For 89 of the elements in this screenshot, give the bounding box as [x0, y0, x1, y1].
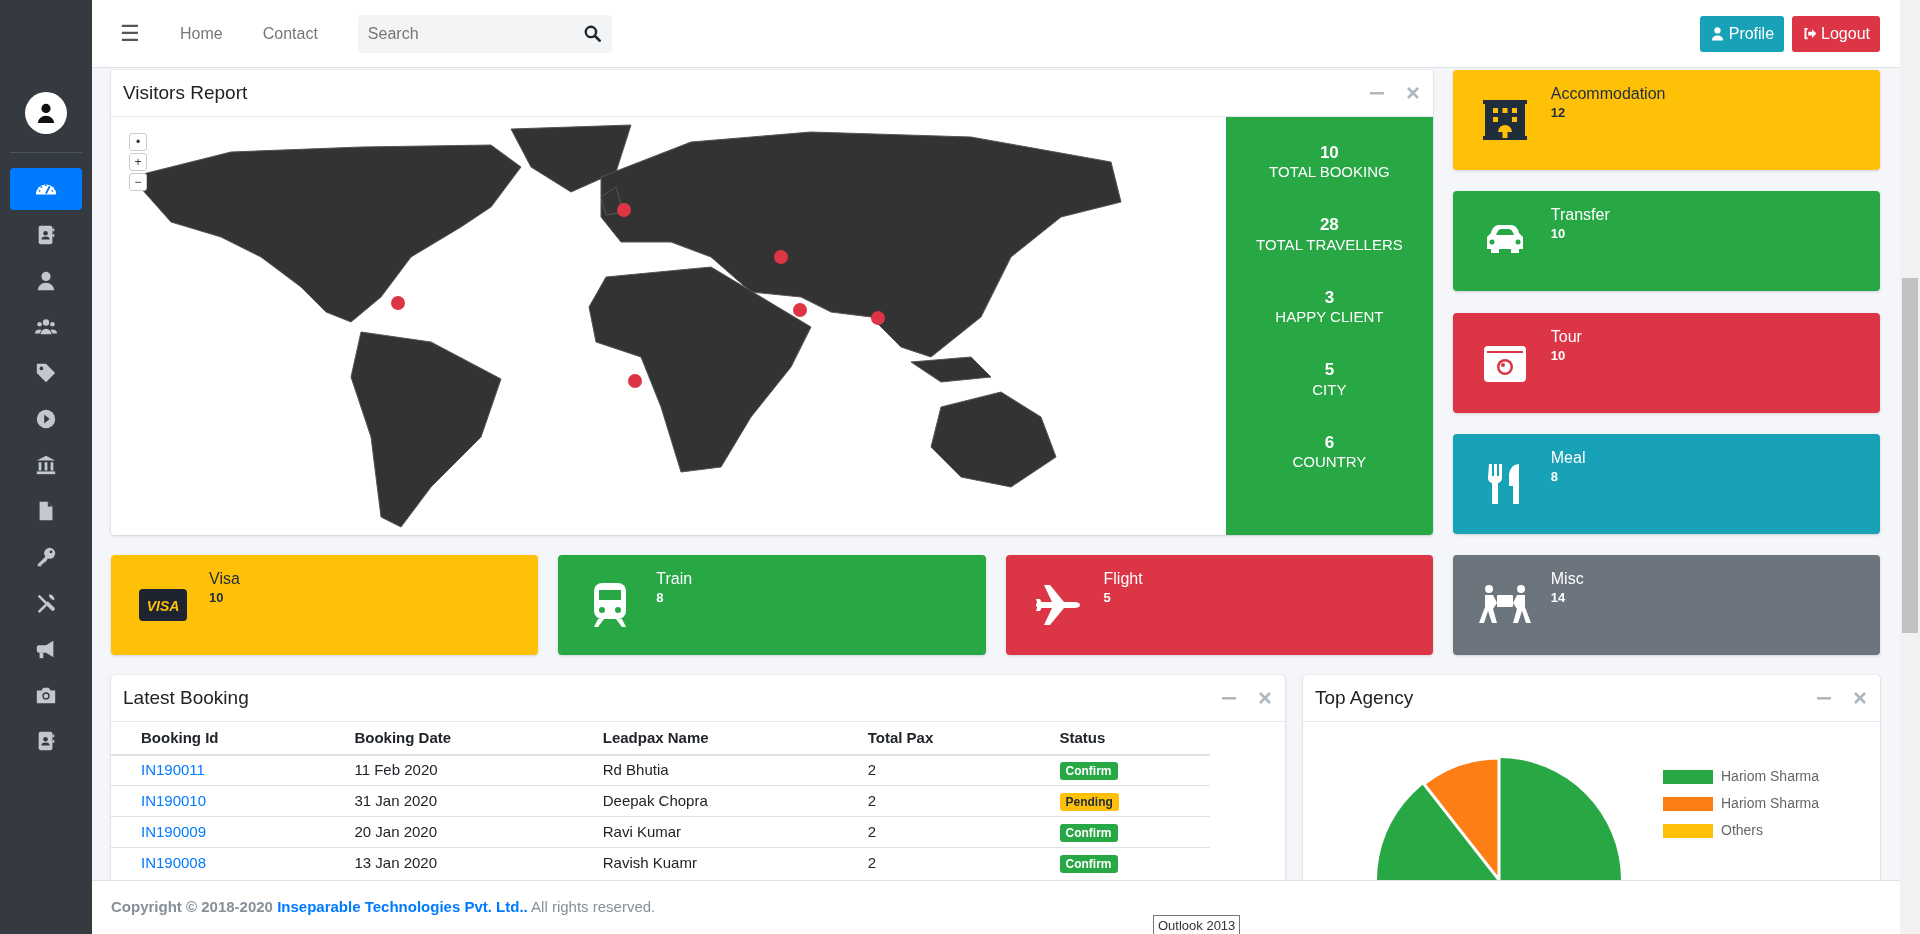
stat-value: 3	[1323, 287, 1336, 309]
column-header: Status	[1029, 722, 1210, 755]
category-tile[interactable]: Meal 8	[1452, 433, 1880, 534]
table-cell: 2	[837, 847, 1030, 879]
table-cell: 2	[837, 754, 1030, 786]
tile-count: 8	[1550, 467, 1559, 486]
stat-label: TOTAL BOOKING	[1269, 163, 1390, 182]
scrollbar[interactable]	[1900, 0, 1920, 934]
stat-value: 10	[1318, 143, 1340, 164]
user-icon	[1709, 26, 1725, 41]
company-link[interactable]: Inseparable Technologies Pvt. Ltd..	[277, 898, 528, 916]
tile-title: Tour	[1550, 326, 1582, 346]
tile-count: 14	[1550, 589, 1567, 608]
table-cell: Ravish Kuamr	[572, 847, 838, 879]
user-icon	[35, 270, 57, 292]
category-tile[interactable]: VISA Visa 10	[111, 555, 539, 655]
column-header: Leadpax Name	[572, 722, 838, 755]
tools-icon	[35, 592, 57, 614]
stat-value: 5	[1323, 360, 1336, 381]
table-cell: Deepak Chopra	[572, 785, 838, 817]
stat-label: COUNTRY	[1292, 452, 1367, 471]
tile-count: 10	[1550, 225, 1567, 244]
tooltip: Outlook 2013	[1153, 915, 1241, 934]
nav-link[interactable]: Contact	[242, 21, 338, 46]
table-cell: 2	[837, 785, 1030, 817]
legend-label: Hariom Sharma	[1721, 794, 1820, 813]
column-header: Booking Date	[324, 722, 573, 755]
search-icon	[582, 23, 602, 43]
legend-label: Hariom Sharma	[1721, 767, 1820, 786]
table-cell: 31 Jan 2020	[324, 785, 573, 817]
tile-count: 5	[1103, 589, 1112, 608]
tile-title: Meal	[1550, 447, 1586, 467]
stat-value: 28	[1318, 215, 1340, 236]
stat-label: HAPPY CLIENT	[1275, 308, 1384, 327]
tile-count: 12	[1550, 104, 1567, 123]
card-title: Top Agency	[1315, 686, 1415, 710]
profile-button[interactable]: Profile	[1699, 15, 1785, 52]
tile-title: Accommodation	[1550, 84, 1666, 104]
tile-title: Transfer	[1550, 205, 1610, 225]
tag-icon	[35, 362, 57, 384]
table-cell: Rd Bhutia	[572, 754, 838, 786]
card-title: Latest Booking	[123, 686, 250, 710]
status-badge: Confirm	[1059, 762, 1118, 780]
tile-count: 8	[656, 589, 665, 608]
copyright-text: Copyright © 2018-2020 Inseparable Technologies Pvt. Ltd.. All rights reserved.	[111, 897, 656, 918]
logout-button[interactable]: Logout	[1792, 15, 1880, 52]
sign-out-icon	[1802, 26, 1818, 41]
stat-value: 6	[1323, 432, 1336, 453]
nav-link[interactable]: Home	[160, 21, 243, 46]
booking-id-link[interactable]: IN190008	[141, 854, 207, 871]
bank-icon	[35, 454, 57, 476]
category-tile[interactable]: Flight 5	[1005, 555, 1433, 655]
map-zoom-control[interactable]: −	[129, 173, 147, 191]
category-tile[interactable]: Tour 10	[1452, 312, 1880, 413]
play-circle-icon	[35, 408, 57, 430]
table-cell: Ravi Kumar	[572, 816, 838, 848]
booking-id-link[interactable]: IN190011	[141, 761, 205, 778]
tile-title: Visa	[209, 569, 240, 589]
status-badge: Confirm	[1059, 823, 1118, 842]
booking-id-link[interactable]: IN190010	[141, 791, 207, 809]
menu-icon[interactable]: ☰	[120, 22, 140, 45]
booking-id-link[interactable]: IN190009	[141, 822, 207, 840]
legend-label: Others	[1721, 821, 1763, 840]
table-cell: 2	[837, 816, 1030, 848]
category-tile[interactable]: Train 8	[558, 555, 986, 655]
map-zoom-control[interactable]: •	[129, 133, 147, 151]
sidebar-item[interactable]	[10, 168, 82, 210]
key-icon	[35, 546, 57, 568]
column-header: Booking Id	[111, 722, 325, 755]
tile-title: Train	[656, 569, 693, 589]
category-tile[interactable]: Transfer 10	[1452, 191, 1880, 292]
card-title: Visitors Report	[123, 81, 249, 105]
status-badge: Confirm	[1059, 855, 1118, 873]
table-cell: 13 Jan 2020	[324, 847, 573, 879]
column-header: Total Pax	[837, 722, 1030, 755]
status-badge: Pending	[1059, 792, 1119, 811]
tile-title: Flight	[1103, 569, 1143, 589]
tile-title: Misc	[1550, 569, 1584, 589]
category-tile[interactable]: Accommodation 12	[1452, 70, 1880, 170]
stat-label: CITY	[1312, 380, 1347, 399]
search-field[interactable]: Search	[357, 14, 612, 53]
table-cell: 20 Jan 2020	[324, 816, 573, 848]
user-icon	[35, 102, 57, 124]
table-cell: 11 Feb 2020	[324, 754, 573, 786]
category-tile[interactable]: Misc 14	[1452, 555, 1880, 655]
map-zoom-control[interactable]: +	[129, 153, 147, 171]
tile-count: 10	[1550, 346, 1567, 365]
stat-label: TOTAL TRAVELLERS	[1256, 235, 1403, 254]
tile-count: 10	[209, 589, 225, 608]
